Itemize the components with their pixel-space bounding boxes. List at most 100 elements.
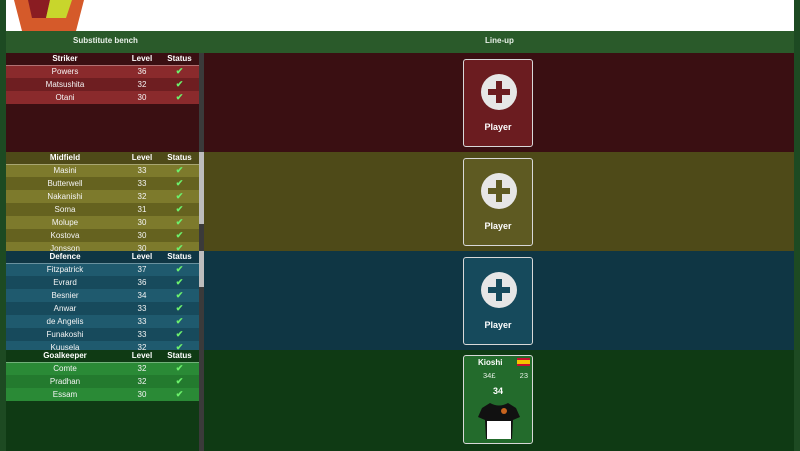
striker-section: Striker Level Status Powers 36 ✔ Matsush… <box>6 53 794 152</box>
player-name: Jonsson <box>6 242 124 251</box>
defence-table: Defence Level Status Fitzpatrick 37 ✔ Ev… <box>6 251 199 350</box>
defence-bench[interactable]: Defence Level Status Fitzpatrick 37 ✔ Ev… <box>6 251 199 350</box>
table-row[interactable]: Soma 31 ✔ <box>6 203 199 216</box>
check-icon: ✔ <box>160 263 199 276</box>
player-name: Powers <box>6 65 124 78</box>
table-row[interactable]: Essam 30 ✔ <box>6 388 199 401</box>
player-name: Comte <box>6 362 124 375</box>
midfield-table: Midfield Level Status Masini 33 ✔ Butter… <box>6 152 199 251</box>
club-logo-icon <box>14 0 84 31</box>
slot-label: Player <box>484 221 512 231</box>
position-header: Defence <box>6 251 124 264</box>
player-name: Essam <box>6 388 124 401</box>
table-header: Striker Level Status <box>6 53 199 66</box>
spain-flag-icon <box>517 358 530 366</box>
player-name: Molupe <box>6 216 124 229</box>
check-icon: ✔ <box>160 302 199 315</box>
player-card-age: 23 <box>519 371 528 380</box>
player-name: Matsushita <box>6 78 124 91</box>
add-defence-slot[interactable]: Player <box>463 257 533 345</box>
check-icon: ✔ <box>160 341 199 350</box>
player-name: de Angelis <box>6 315 124 328</box>
level-header: Level <box>124 53 160 66</box>
player-level: 30 <box>124 388 160 401</box>
striker-bench[interactable]: Striker Level Status Powers 36 ✔ Matsush… <box>6 53 199 152</box>
table-row[interactable]: Matsushita 32 ✔ <box>6 78 199 91</box>
goalkeeper-player-card[interactable]: Kioshi 34£ 23 34 <box>463 355 533 444</box>
add-player-icon <box>481 74 517 110</box>
level-header: Level <box>124 152 160 165</box>
player-level: 32 <box>124 362 160 375</box>
top-banner <box>0 0 800 31</box>
table-row[interactable]: Comte 32 ✔ <box>6 362 199 375</box>
goalkeeper-section: Goalkeeper Level Status Comte 32 ✔ Pradh… <box>6 350 794 451</box>
check-icon: ✔ <box>160 164 199 177</box>
player-name: Kuusela <box>6 341 124 350</box>
bench-title: Substitute bench <box>73 36 138 45</box>
player-level: 36 <box>124 276 160 289</box>
check-icon: ✔ <box>160 177 199 190</box>
defence-lane: Player <box>204 251 794 350</box>
player-card-value: 34£ <box>483 371 496 380</box>
player-name: Otani <box>6 91 124 104</box>
slot-label: Player <box>484 320 512 330</box>
defence-section: Defence Level Status Fitzpatrick 37 ✔ Ev… <box>6 251 794 350</box>
top-banner-white <box>6 0 794 31</box>
check-icon: ✔ <box>160 375 199 388</box>
slot-label: Player <box>484 122 512 132</box>
player-level: 33 <box>124 328 160 341</box>
goalkeeper-bench[interactable]: Goalkeeper Level Status Comte 32 ✔ Pradh… <box>6 350 199 451</box>
player-level: 30 <box>124 216 160 229</box>
table-row[interactable]: Fitzpatrick 37 ✔ <box>6 263 199 276</box>
lineup-title: Line-up <box>485 36 514 45</box>
check-icon: ✔ <box>160 190 199 203</box>
table-row[interactable]: Molupe 30 ✔ <box>6 216 199 229</box>
check-icon: ✔ <box>160 289 199 302</box>
add-midfield-slot[interactable]: Player <box>463 158 533 246</box>
midfield-bench[interactable]: Midfield Level Status Masini 33 ✔ Butter… <box>6 152 199 251</box>
check-icon: ✔ <box>160 78 199 91</box>
check-icon: ✔ <box>160 362 199 375</box>
goalkeeper-lane: Kioshi 34£ 23 34 <box>204 350 794 451</box>
check-icon: ✔ <box>160 315 199 328</box>
player-name: Butterwell <box>6 177 124 190</box>
check-icon: ✔ <box>160 216 199 229</box>
player-level: 33 <box>124 177 160 190</box>
table-row[interactable]: Anwar 33 ✔ <box>6 302 199 315</box>
table-row[interactable]: Kuusela 32 ✔ <box>6 341 199 350</box>
player-name: Fitzpatrick <box>6 263 124 276</box>
table-row[interactable]: Kostova 30 ✔ <box>6 229 199 242</box>
player-level: 31 <box>124 203 160 216</box>
table-header: Defence Level Status <box>6 251 199 264</box>
table-row[interactable]: Powers 36 ✔ <box>6 65 199 78</box>
table-row[interactable]: Jonsson 30 ✔ <box>6 242 199 251</box>
add-striker-slot[interactable]: Player <box>463 59 533 147</box>
table-row[interactable]: Otani 30 ✔ <box>6 91 199 104</box>
check-icon: ✔ <box>160 203 199 216</box>
player-level: 30 <box>124 91 160 104</box>
status-header: Status <box>160 251 199 264</box>
player-name: Evrard <box>6 276 124 289</box>
position-header: Midfield <box>6 152 124 165</box>
player-name: Masini <box>6 164 124 177</box>
check-icon: ✔ <box>160 242 199 251</box>
table-header: Goalkeeper Level Status <box>6 350 199 363</box>
player-level: 33 <box>124 164 160 177</box>
table-row[interactable]: Evrard 36 ✔ <box>6 276 199 289</box>
player-name: Anwar <box>6 302 124 315</box>
table-row[interactable]: de Angelis 33 ✔ <box>6 315 199 328</box>
table-row[interactable]: Besnier 34 ✔ <box>6 289 199 302</box>
table-row[interactable]: Funakoshi 33 ✔ <box>6 328 199 341</box>
player-name: Kostova <box>6 229 124 242</box>
player-name: Nakanishi <box>6 190 124 203</box>
table-row[interactable]: Pradhan 32 ✔ <box>6 375 199 388</box>
table-row[interactable]: Butterwell 33 ✔ <box>6 177 199 190</box>
striker-table: Striker Level Status Powers 36 ✔ Matsush… <box>6 53 199 104</box>
table-row[interactable]: Masini 33 ✔ <box>6 164 199 177</box>
status-header: Status <box>160 53 199 66</box>
shirt-icon <box>478 403 520 439</box>
player-level: 32 <box>124 375 160 388</box>
player-level: 30 <box>124 229 160 242</box>
level-header: Level <box>124 251 160 264</box>
table-row[interactable]: Nakanishi 32 ✔ <box>6 190 199 203</box>
